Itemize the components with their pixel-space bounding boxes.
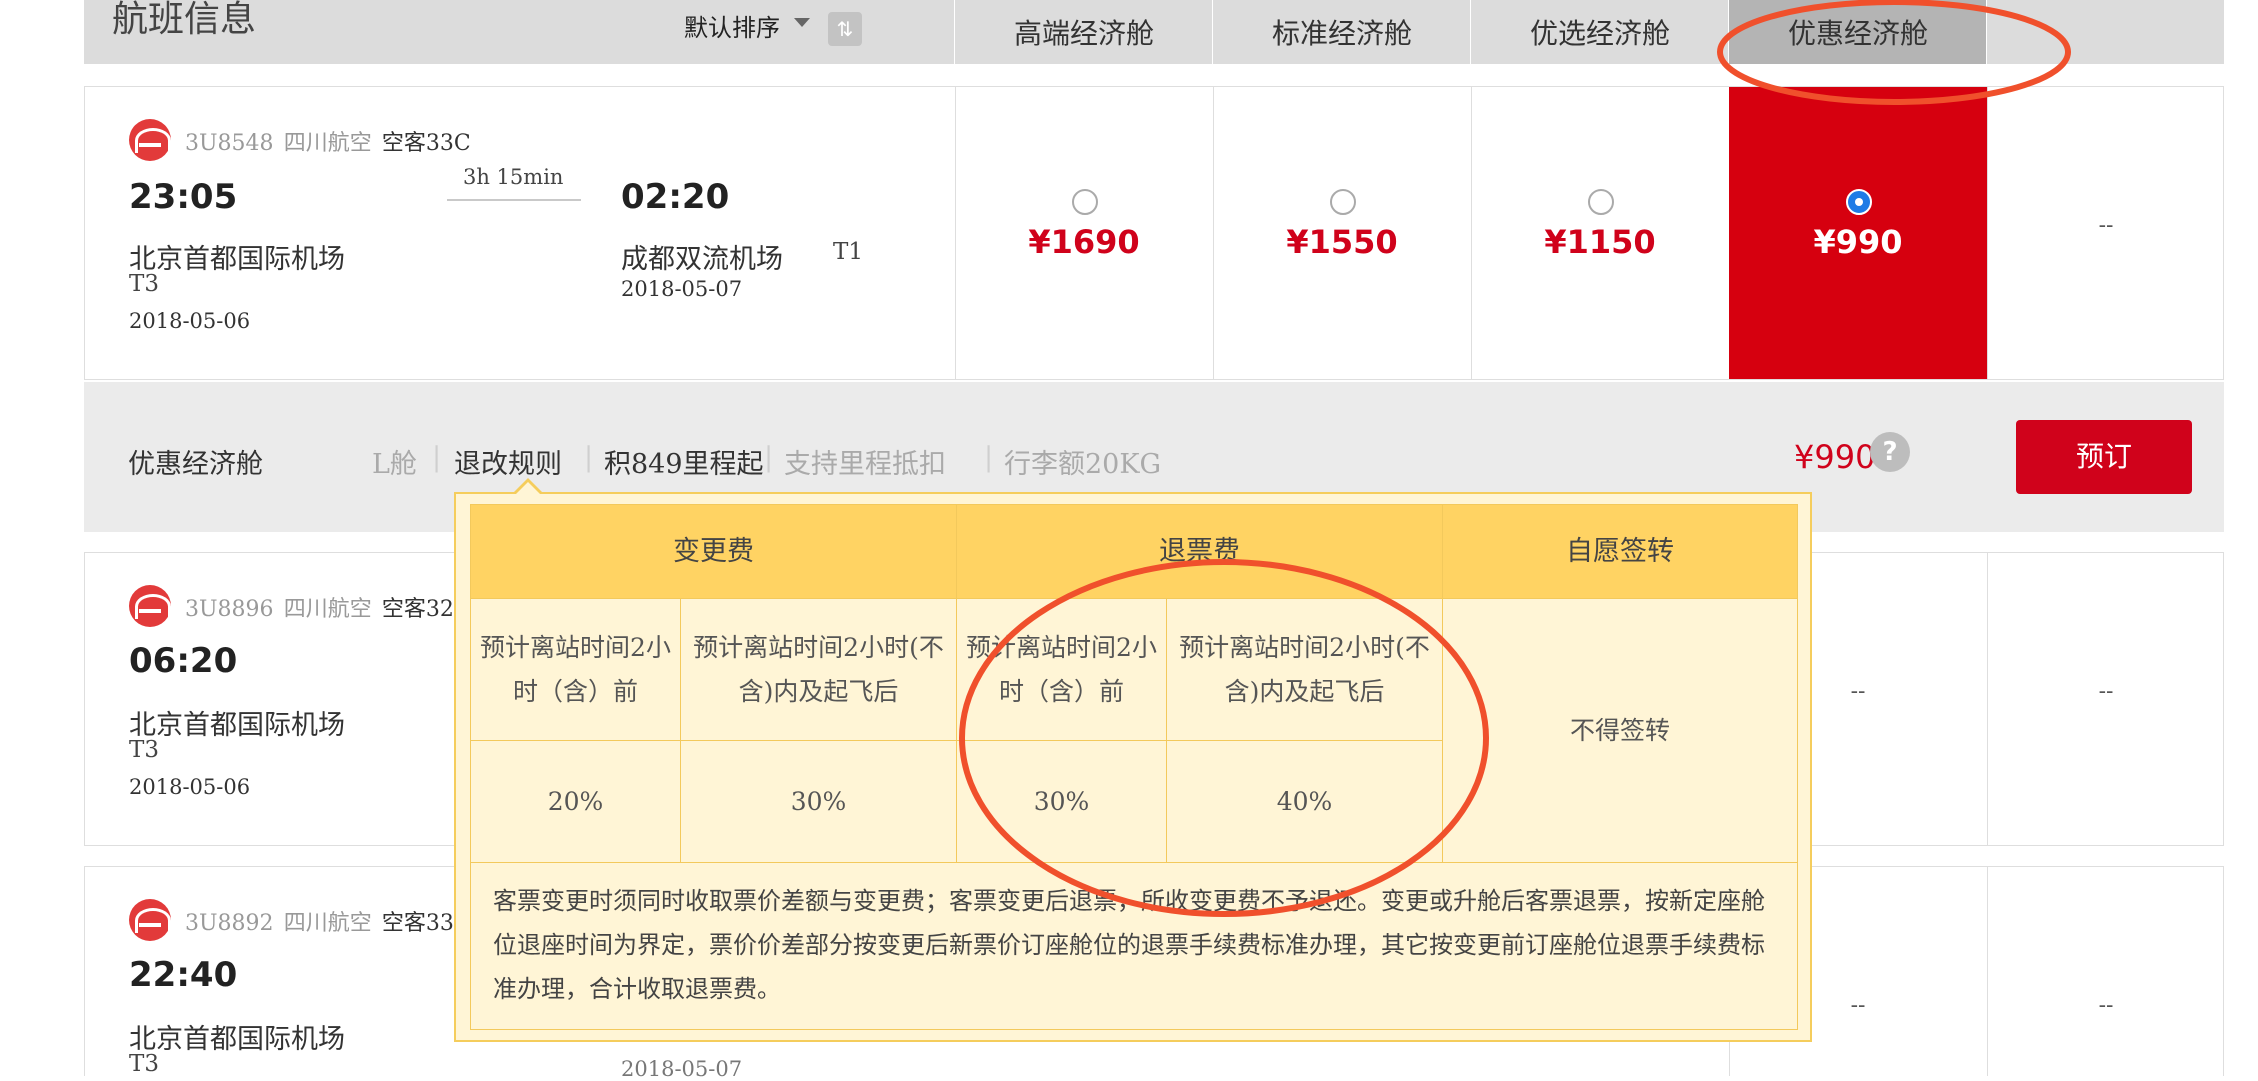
annotation-circle-header (1717, 0, 2071, 105)
annotation-circle-refund (959, 559, 1489, 917)
annotation-overlay (959, 0, 2071, 917)
